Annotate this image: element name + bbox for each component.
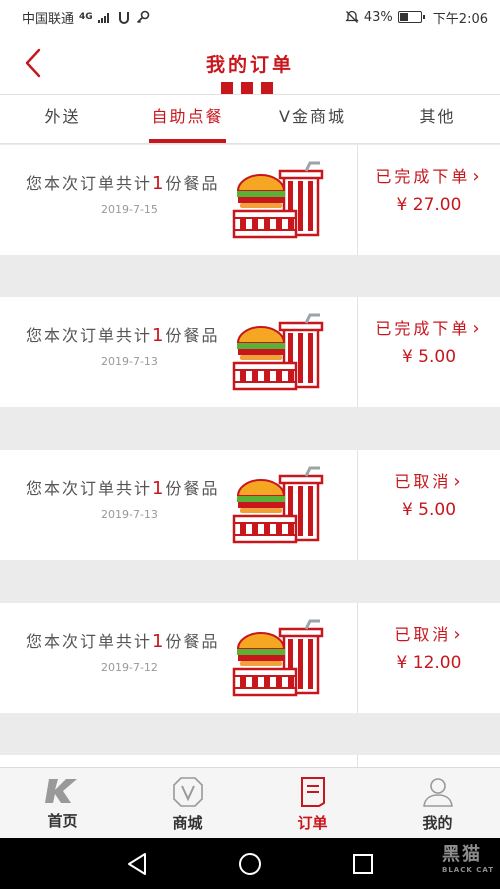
order-date: 2019-7-12: [101, 661, 158, 674]
clock-text: 下午2:06: [432, 11, 488, 27]
nav-orders-label: 订单: [297, 814, 328, 832]
nav-mine-label: 我的: [422, 814, 453, 832]
order-card[interactable]: 您本次订单共计1份餐品 2019-7-15 已完成下单 › ¥ 27.00: [0, 145, 500, 255]
order-description: 您本次订单共计1份餐品: [26, 631, 220, 652]
carrier-text: 中国联通: [22, 11, 75, 27]
circle-home-icon: [238, 852, 261, 875]
chevron-right-icon: ›: [472, 318, 483, 339]
order-card[interactable]: 您本次订单共计1份餐品 2019-7-13 已完成下单 › ¥ 5.00: [0, 297, 500, 407]
nav-orders[interactable]: 订单: [250, 768, 375, 838]
tab-v-gold-mall[interactable]: V金商城: [250, 95, 375, 143]
triangle-back-icon: [127, 852, 146, 875]
meal-icon: [232, 161, 324, 239]
order-price: ¥ 27.00: [396, 195, 462, 215]
network-text: 4G: [79, 12, 93, 22]
order-list-icon: [300, 777, 325, 807]
nav-shop[interactable]: 商城: [125, 768, 250, 838]
tab-delivery[interactable]: 外送: [0, 95, 125, 143]
battery-icon: [397, 11, 425, 23]
brand-stripes: [221, 82, 273, 94]
order-description: 您本次订单共计1份餐品: [26, 325, 220, 346]
tab-other[interactable]: 其他: [375, 95, 500, 143]
order-price: ¥ 5.00: [401, 347, 457, 367]
meal-icon: [232, 313, 324, 391]
system-recents-button[interactable]: [343, 844, 383, 884]
bottom-nav: 首页 商城 订单 我的: [0, 767, 500, 838]
status-bar: 中国联通 4G 43% 下午2:06: [0, 0, 500, 34]
nav-home[interactable]: 首页: [0, 768, 125, 838]
chevron-right-icon: ›: [453, 471, 464, 492]
notification-icon: [118, 12, 129, 24]
meal-icon: [232, 466, 324, 544]
order-price: ¥ 5.00: [401, 500, 457, 520]
system-nav-bar: [0, 838, 500, 889]
order-card[interactable]: 您本次订单共计1份餐品 2019-7-13 已取消 › ¥ 5.00: [0, 450, 500, 560]
chevron-right-icon: ›: [472, 166, 483, 187]
page-title: 我的订单: [205, 54, 294, 76]
order-description: 您本次订单共计1份餐品: [26, 478, 220, 499]
mute-icon: [345, 10, 359, 23]
chevron-right-icon: ›: [453, 624, 464, 645]
tab-self-order[interactable]: 自助点餐: [125, 95, 250, 143]
v-shop-icon: [172, 777, 203, 807]
order-date: 2019-7-13: [101, 355, 158, 368]
order-description: 您本次订单共计1份餐品: [26, 173, 220, 194]
battery-percent: 43%: [363, 9, 393, 25]
order-status[interactable]: 已完成下单 ›: [358, 315, 500, 339]
key-icon: [136, 10, 149, 24]
signal-icon: [97, 13, 109, 23]
tab-bar: 外送 自助点餐 V金商城 其他: [0, 94, 500, 144]
meal-icon: [232, 619, 324, 697]
user-icon: [422, 778, 453, 807]
nav-shop-label: 商城: [172, 814, 203, 832]
order-date: 2019-7-15: [101, 203, 158, 216]
order-status[interactable]: 已取消 ›: [358, 468, 500, 492]
order-status[interactable]: 已取消 ›: [358, 621, 500, 645]
order-card[interactable]: 您本次订单共计1份餐品 2019-7-12 已取消 › ¥ 12.00: [0, 603, 500, 713]
system-home-button[interactable]: [230, 844, 270, 884]
order-date: 2019-7-13: [101, 508, 158, 521]
order-status[interactable]: 已完成下单 ›: [358, 163, 500, 187]
header: 我的订单: [0, 34, 500, 94]
system-back-button[interactable]: [117, 844, 157, 884]
nav-home-label: 首页: [47, 812, 78, 830]
nav-mine[interactable]: 我的: [375, 768, 500, 838]
watermark: 黑猫 BLACK CAT: [442, 844, 494, 874]
k-logo-icon: [44, 779, 77, 803]
order-price: ¥ 12.00: [396, 653, 462, 673]
square-recents-icon: [353, 853, 374, 874]
